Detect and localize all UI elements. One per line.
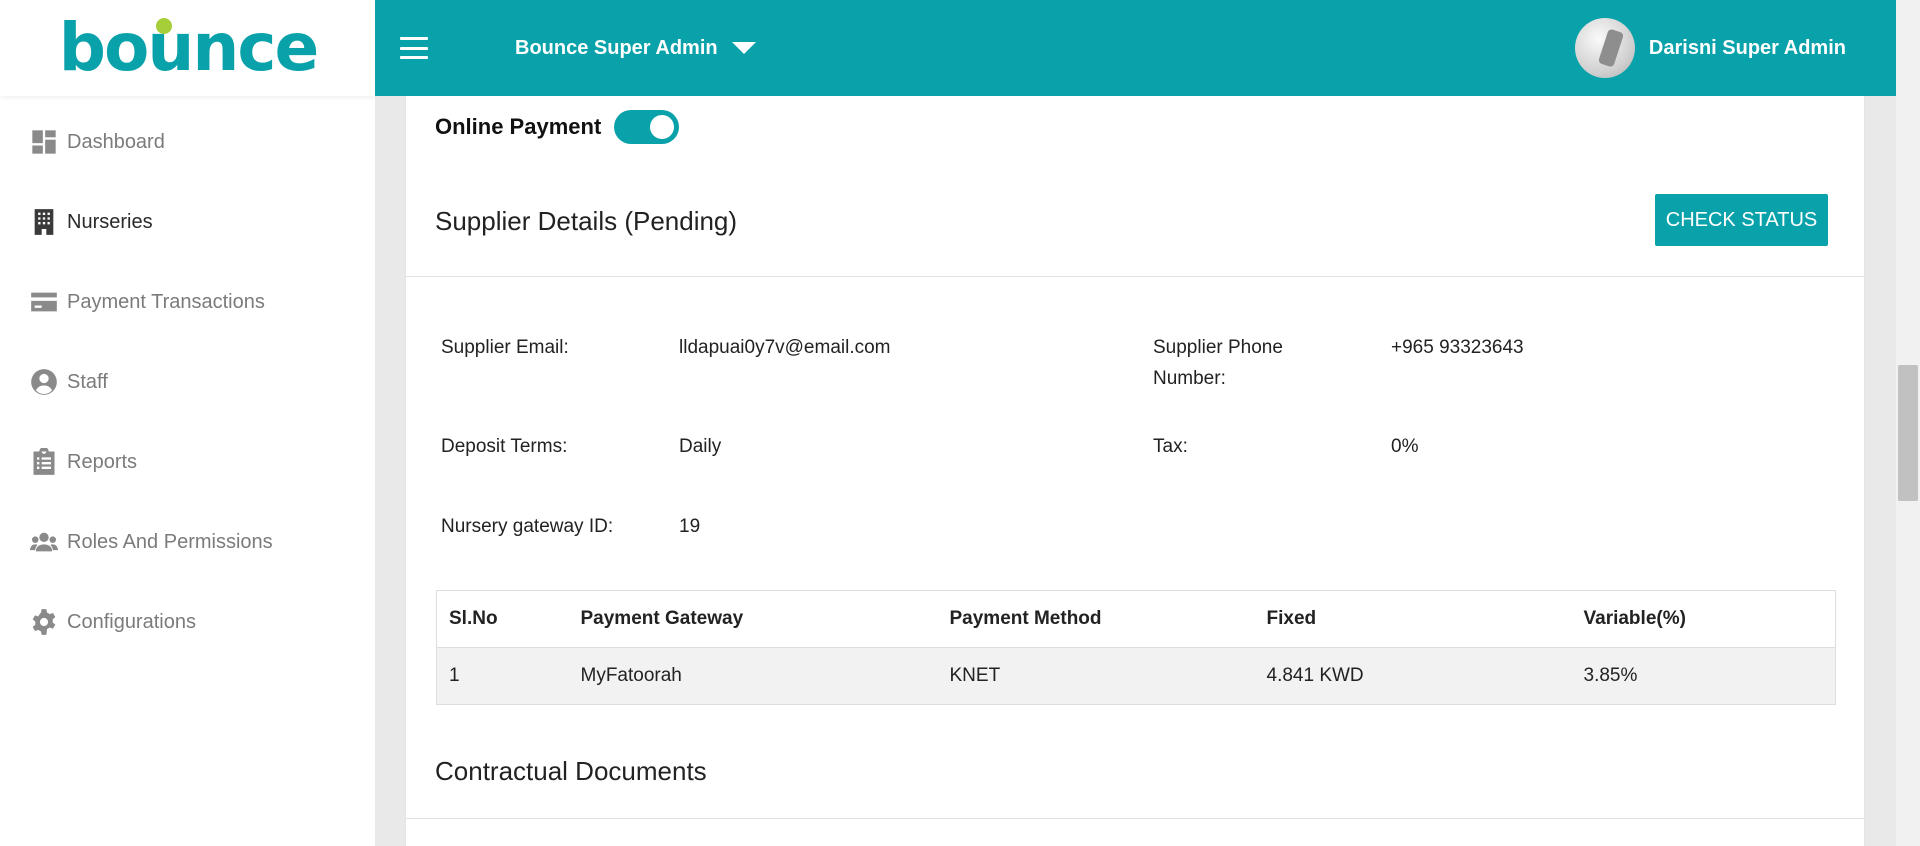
scrollbar-thumb[interactable] — [1898, 365, 1918, 501]
user-menu[interactable]: Darisni Super Admin — [1574, 18, 1846, 78]
table-row: 1 MyFatoorah KNET 4.841 KWD 3.85% — [436, 647, 1836, 705]
gateway-id-label: Nursery gateway ID: — [441, 516, 614, 537]
toggle-knob — [650, 115, 675, 139]
gear-icon — [29, 607, 59, 637]
table-cell: 3.85% — [1571, 647, 1836, 705]
column-header: Sl.No — [436, 590, 569, 648]
dashboard-icon — [29, 127, 59, 157]
sidebar-item-roles-and-permissions[interactable]: Roles And Permissions — [0, 502, 375, 582]
online-payment-row: Online Payment — [435, 110, 680, 144]
sidebar-item-label: Roles And Permissions — [67, 530, 273, 553]
sidebar-item-payment-transactions[interactable]: Payment Transactions — [0, 262, 375, 342]
sidebar: bounce Dashboard Nurseries Payment Trans… — [0, 0, 375, 846]
table-cell: MyFatoorah — [568, 647, 938, 705]
clipboard-list-icon — [29, 447, 59, 477]
supplier-phone-label-line1: Supplier Phone — [1153, 337, 1283, 358]
sidebar-item-dashboard[interactable]: Dashboard — [0, 102, 375, 182]
sidebar-item-reports[interactable]: Reports — [0, 422, 375, 502]
sidebar-item-label: Payment Transactions — [67, 290, 265, 313]
payment-gateway-table: Sl.No Payment Gateway Payment Method Fix… — [436, 590, 1836, 705]
gateway-id-value: 19 — [679, 516, 701, 537]
table-cell: KNET — [937, 647, 1255, 705]
sidebar-item-staff[interactable]: Staff — [0, 342, 375, 422]
online-payment-label: Online Payment — [435, 114, 602, 139]
logo[interactable]: bounce — [0, 0, 375, 96]
deposit-terms-value: Daily — [679, 436, 722, 457]
tax-value: 0% — [1391, 436, 1419, 457]
deposit-terms-label: Deposit Terms: — [441, 436, 568, 457]
supplier-phone-label-line2: Number: — [1153, 368, 1226, 389]
column-header: Payment Gateway — [568, 590, 938, 648]
sidebar-item-label: Staff — [67, 370, 108, 393]
menu-icon[interactable] — [400, 37, 428, 59]
table-cell: 4.841 KWD — [1254, 647, 1572, 705]
section-divider — [406, 818, 1864, 819]
check-status-button[interactable]: CHECK STATUS — [1655, 194, 1828, 246]
top-header: Bounce Super Admin Darisni Super Admin — [375, 0, 1896, 96]
svg-text:bounce: bounce — [58, 9, 316, 86]
user-name: Darisni Super Admin — [1648, 36, 1846, 59]
sidebar-item-nurseries[interactable]: Nurseries — [0, 182, 375, 262]
supplier-email-label: Supplier Email: — [441, 337, 569, 358]
role-dropdown-label: Bounce Super Admin — [515, 36, 718, 59]
avatar — [1574, 18, 1635, 78]
supplier-phone-value: +965 93323643 — [1391, 337, 1524, 358]
column-header: Fixed — [1254, 590, 1572, 648]
table-cell: 1 — [436, 647, 569, 705]
nursery-detail-card: Online Payment Supplier Details (Pending… — [405, 96, 1865, 846]
sidebar-item-label: Reports — [67, 450, 138, 473]
contractual-documents-title: Contractual Documents — [435, 756, 707, 786]
sidebar-item-label: Configurations — [67, 610, 196, 633]
role-dropdown[interactable]: Bounce Super Admin — [515, 37, 756, 60]
online-payment-toggle[interactable] — [614, 110, 680, 144]
supplier-phone-label: Supplier Phone Number: — [1153, 332, 1283, 394]
sidebar-item-configurations[interactable]: Configurations — [0, 582, 375, 662]
column-header: Payment Method — [937, 590, 1255, 648]
table-header-row: Sl.No Payment Gateway Payment Method Fix… — [436, 590, 1836, 648]
sidebar-item-label: Nurseries — [67, 210, 153, 233]
users-group-icon — [29, 527, 59, 557]
supplier-email-value: lldapuai0y7v@email.com — [679, 337, 891, 358]
building-icon — [29, 207, 59, 237]
tax-label: Tax: — [1153, 436, 1188, 457]
bounce-logo: bounce — [58, 9, 317, 86]
user-circle-icon — [29, 367, 59, 397]
column-header: Variable(%) — [1571, 590, 1836, 648]
caret-down-icon — [731, 42, 756, 54]
sidebar-nav: Dashboard Nurseries Payment Transactions… — [0, 102, 375, 662]
section-divider — [406, 276, 1864, 277]
sidebar-item-label: Dashboard — [67, 130, 165, 153]
credit-card-icon — [29, 287, 59, 317]
supplier-details-title: Supplier Details (Pending) — [435, 206, 738, 236]
